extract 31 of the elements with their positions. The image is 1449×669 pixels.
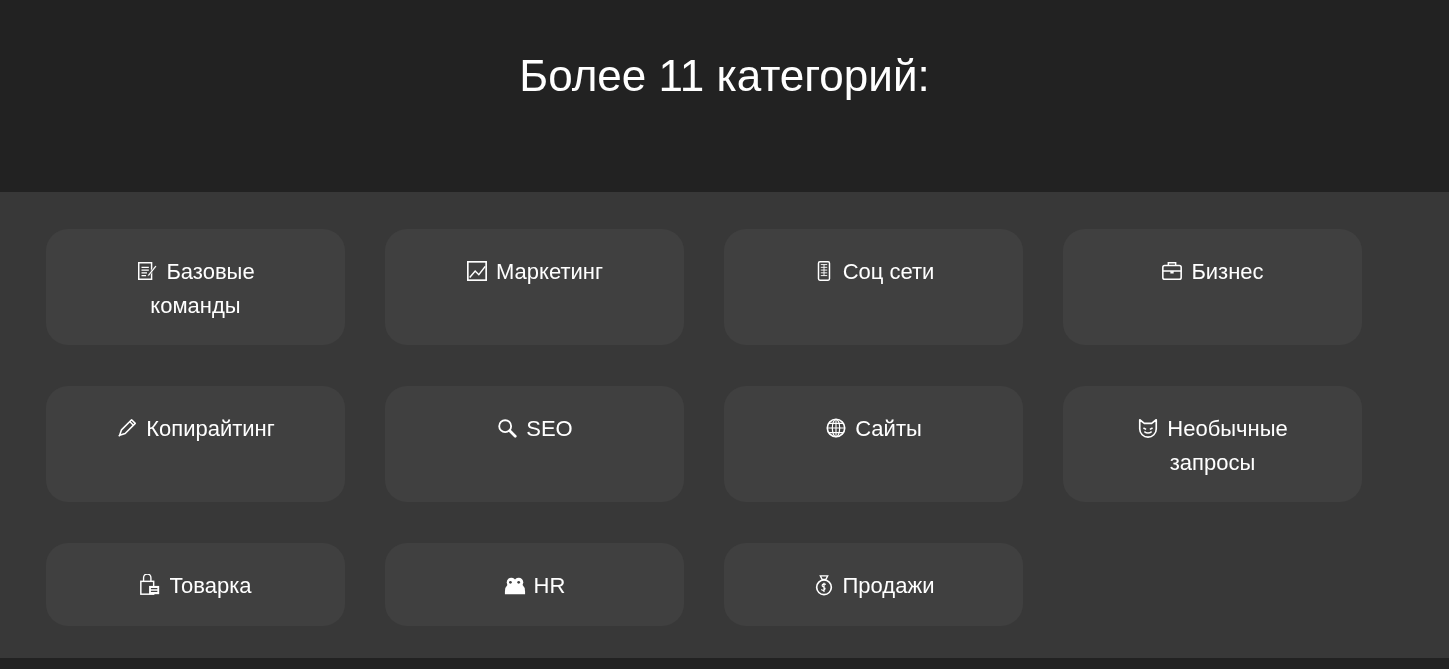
- section-title: Более 11 категорий:: [519, 50, 930, 102]
- category-label: Бизнес: [1191, 259, 1264, 284]
- category-card[interactable]: SEO: [385, 386, 684, 502]
- category-label: Сайты: [855, 416, 922, 441]
- category-label: Базовые команды: [150, 259, 255, 318]
- search-icon: [496, 417, 519, 439]
- chart-icon: [466, 260, 488, 282]
- category-card[interactable]: Бизнес: [1063, 229, 1362, 345]
- category-card[interactable]: Копирайтинг: [46, 386, 345, 502]
- pen-icon: [116, 417, 139, 439]
- briefcase-icon: [1161, 260, 1184, 282]
- category-label: Соц сети: [842, 259, 935, 284]
- category-label: Товарка: [169, 573, 252, 598]
- category-card[interactable]: Продажи: [724, 543, 1023, 626]
- category-label: HR: [533, 573, 566, 598]
- category-card[interactable]: Необычные запросы: [1063, 386, 1362, 502]
- category-card[interactable]: Маркетинг: [385, 229, 684, 345]
- cat-face-icon: [1137, 417, 1160, 439]
- category-label: Необычные запросы: [1167, 416, 1288, 475]
- category-label: Копирайтинг: [146, 416, 275, 441]
- category-card[interactable]: Сайты: [724, 386, 1023, 502]
- category-label: Продажи: [842, 573, 935, 598]
- shopping-bag-icon: [139, 574, 162, 596]
- globe-icon: [825, 417, 848, 439]
- notepad-icon: [136, 260, 159, 282]
- category-card[interactable]: Товарка: [46, 543, 345, 626]
- category-label: Маркетинг: [496, 259, 603, 284]
- category-card[interactable]: Базовые команды: [46, 229, 345, 345]
- category-card[interactable]: HR: [385, 543, 684, 626]
- category-label: SEO: [526, 416, 573, 441]
- category-card[interactable]: Соц сети: [724, 229, 1023, 345]
